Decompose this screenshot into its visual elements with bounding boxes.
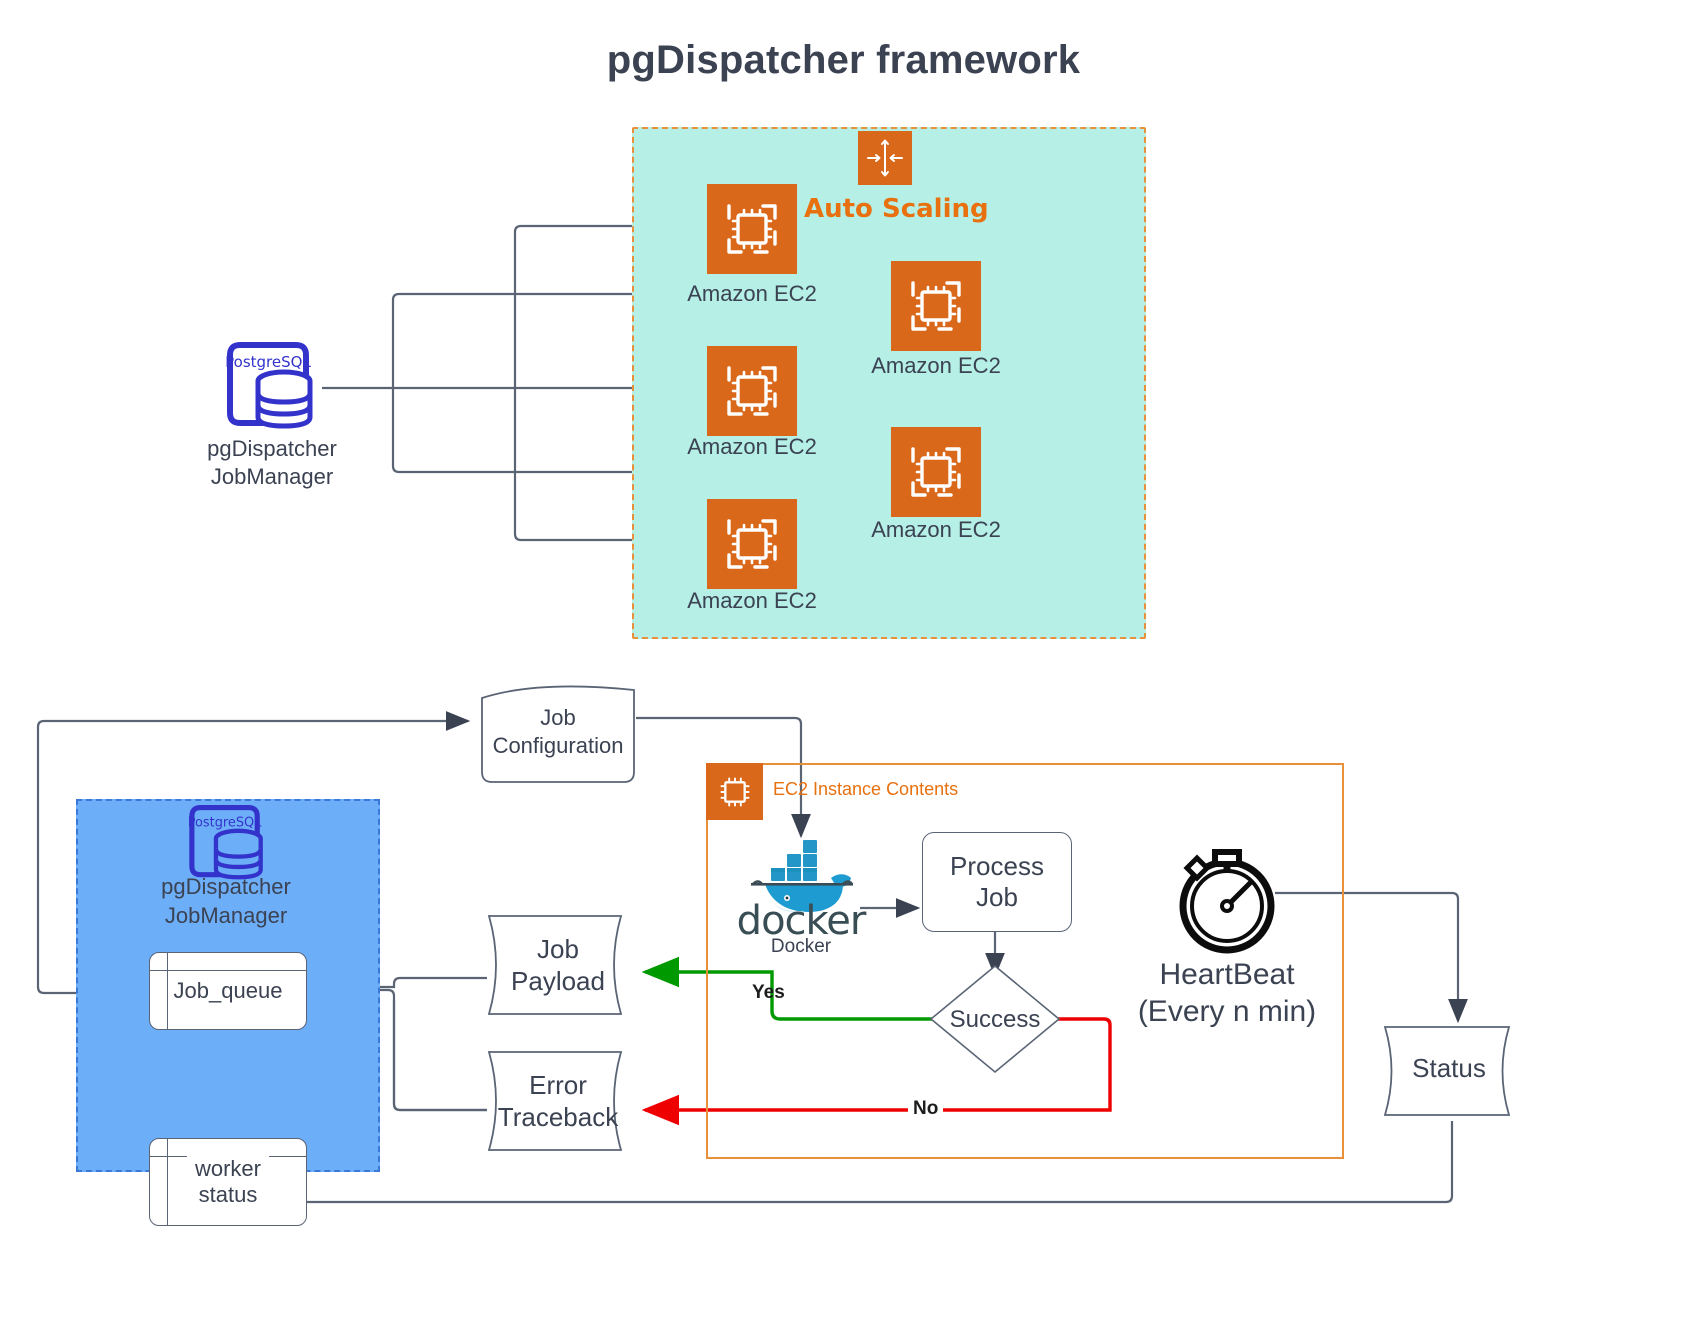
job-configuration-node[interactable]: Job Configuration <box>478 676 638 786</box>
worker-status-label-line2: status <box>190 1182 265 1208</box>
amazon-ec2-icon <box>891 261 981 351</box>
tape-shape <box>487 1051 623 1151</box>
stopwatch-icon <box>1163 838 1291 956</box>
job-payload-line2: Payload <box>511 966 605 996</box>
ec2-instance-contents-label: EC2 Instance Contents <box>773 779 959 799</box>
job-payload-line1: Job <box>537 934 579 964</box>
jobmanager-label-top-line1: pgDispatcher <box>207 436 337 461</box>
jobmanager-db-icon-bottom: PostgreSQL <box>185 802 271 882</box>
page-title: pgDispatcher framework <box>606 38 1081 82</box>
jobmanager-label-bottom-line2: JobManager <box>164 903 288 928</box>
success-decision-node[interactable]: Success <box>928 963 1062 1075</box>
amazon-ec2-icon <box>707 184 797 274</box>
auto-scaling-glyph <box>867 139 903 177</box>
no-label: No <box>908 1098 944 1120</box>
amazon-ec2-icon <box>707 499 797 589</box>
jobmanager-db-icon-top: PostgreSQL <box>222 339 322 431</box>
status-node[interactable]: Status <box>1379 1019 1529 1123</box>
ec2-chip-glyph <box>719 776 750 807</box>
heartbeat-label-line2: (Every n min) <box>1137 995 1317 1028</box>
job-queue-label: Job_queue <box>169 978 287 1004</box>
job-configuration-line1: Job <box>540 705 576 730</box>
auto-scaling-icon <box>858 131 912 185</box>
ec2-label-2: Amazon EC2 <box>871 353 1001 378</box>
ec2-label-4: Amazon EC2 <box>871 517 1001 542</box>
amazon-ec2-icon <box>706 763 763 820</box>
jobmanager-label-bottom-line1: pgDispatcher <box>161 874 291 899</box>
heartbeat-label-line1: HeartBeat <box>1159 958 1295 991</box>
amazon-ec2-icon <box>891 427 981 517</box>
ec2-label-5: Amazon EC2 <box>687 588 817 613</box>
error-traceback-line2: Traceback <box>497 1102 619 1132</box>
ec2-chip-glyph <box>727 204 777 254</box>
ec2-chip-glyph <box>727 366 777 416</box>
ec2-chip-glyph <box>911 447 961 497</box>
process-job-node[interactable]: Process Job <box>922 832 1072 932</box>
document-shape <box>481 685 635 783</box>
amazon-ec2-icon <box>707 346 797 436</box>
worker-status-label-line1: worker <box>190 1156 265 1182</box>
error-traceback-node[interactable]: Error Traceback <box>483 1044 643 1158</box>
ec2-label-1: Amazon EC2 <box>687 281 817 306</box>
table-job-queue[interactable]: Job_queue <box>149 952 307 1030</box>
docker-label: Docker <box>770 936 832 957</box>
job-payload-node[interactable]: Job Payload <box>483 908 643 1022</box>
error-traceback-line1: Error <box>529 1070 587 1100</box>
diagram-canvas: pgDispatcher framework Auto Scaling Amaz… <box>0 0 1687 1341</box>
success-decision-label: Success <box>949 1006 1041 1033</box>
ec2-chip-glyph <box>911 281 961 331</box>
svg-text:PostgreSQL: PostgreSQL <box>225 353 311 371</box>
postgresql-database-icon: PostgreSQL <box>188 805 263 880</box>
tape-shape <box>487 915 623 1015</box>
jobmanager-label-top-line2: JobManager <box>210 464 334 489</box>
process-job-line1: Process <box>950 851 1044 882</box>
svg-text:PostgreSQL: PostgreSQL <box>188 816 262 831</box>
job-configuration-line2: Configuration <box>492 733 624 758</box>
ec2-chip-glyph <box>727 519 777 569</box>
stopwatch-glyph <box>1179 849 1275 954</box>
ec2-label-3: Amazon EC2 <box>687 434 817 459</box>
process-job-line2: Job <box>976 882 1018 912</box>
status-label: Status <box>1412 1053 1486 1083</box>
auto-scaling-label: Auto Scaling <box>804 194 989 224</box>
table-worker-status[interactable]: worker status <box>149 1138 307 1226</box>
yes-label: Yes <box>752 982 785 1003</box>
postgresql-database-icon: PostgreSQL <box>225 342 313 429</box>
